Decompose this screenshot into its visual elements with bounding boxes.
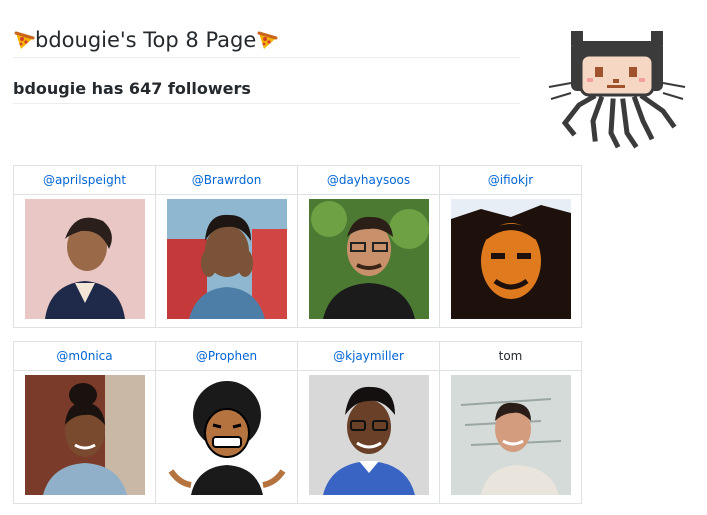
pizza-icon <box>14 31 35 49</box>
avatar-cell <box>439 370 582 504</box>
avatar-cell <box>13 194 156 328</box>
friend-cell: @aprilspeight <box>13 165 156 195</box>
avatar-cell <box>13 370 156 504</box>
top8-grid-row-1: @aprilspeight @Brawrdon @dayhaysoos @ifi… <box>13 165 582 328</box>
friend-cell: tom <box>439 341 582 371</box>
avatar[interactable] <box>308 375 429 495</box>
friend-link[interactable]: @Prophen <box>196 349 257 363</box>
octocat-icon <box>548 31 686 149</box>
friend-name: tom <box>498 349 523 363</box>
avatar-cell <box>297 370 440 504</box>
avatar[interactable] <box>166 199 287 319</box>
friend-cell: @Prophen <box>155 341 298 371</box>
title-row: bdougie's Top 8 Page <box>13 22 520 58</box>
avatar[interactable] <box>166 375 287 495</box>
avatar[interactable] <box>450 375 571 495</box>
friend-link[interactable]: @aprilspeight <box>43 173 126 187</box>
follower-count: bdougie has 647 followers <box>13 79 251 98</box>
top8-grid-row-2: @m0nica @Prophen @kjaymiller tom <box>13 341 582 504</box>
friend-cell: @ifiokjr <box>439 165 582 195</box>
avatar[interactable] <box>450 199 571 319</box>
avatar[interactable] <box>308 199 429 319</box>
page-title-text: bdougie's Top 8 Page <box>35 27 257 52</box>
avatar-cell <box>155 194 298 328</box>
avatar-cell <box>297 194 440 328</box>
friend-cell: @dayhaysoos <box>297 165 440 195</box>
subtitle-row: bdougie has 647 followers <box>13 76 520 104</box>
avatar[interactable] <box>24 375 145 495</box>
friend-cell: @Brawrdon <box>155 165 298 195</box>
avatar-cell <box>155 370 298 504</box>
pizza-icon <box>257 31 278 49</box>
friend-link[interactable]: @Brawrdon <box>192 173 262 187</box>
friend-link[interactable]: @m0nica <box>56 349 112 363</box>
friend-link[interactable]: @dayhaysoos <box>327 173 410 187</box>
friend-link[interactable]: @ifiokjr <box>488 173 533 187</box>
friend-cell: @m0nica <box>13 341 156 371</box>
friend-link[interactable]: @kjaymiller <box>333 349 404 363</box>
avatar[interactable] <box>24 199 145 319</box>
avatar-cell <box>439 194 582 328</box>
friend-cell: @kjaymiller <box>297 341 440 371</box>
page-title: bdougie's Top 8 Page <box>13 28 278 52</box>
